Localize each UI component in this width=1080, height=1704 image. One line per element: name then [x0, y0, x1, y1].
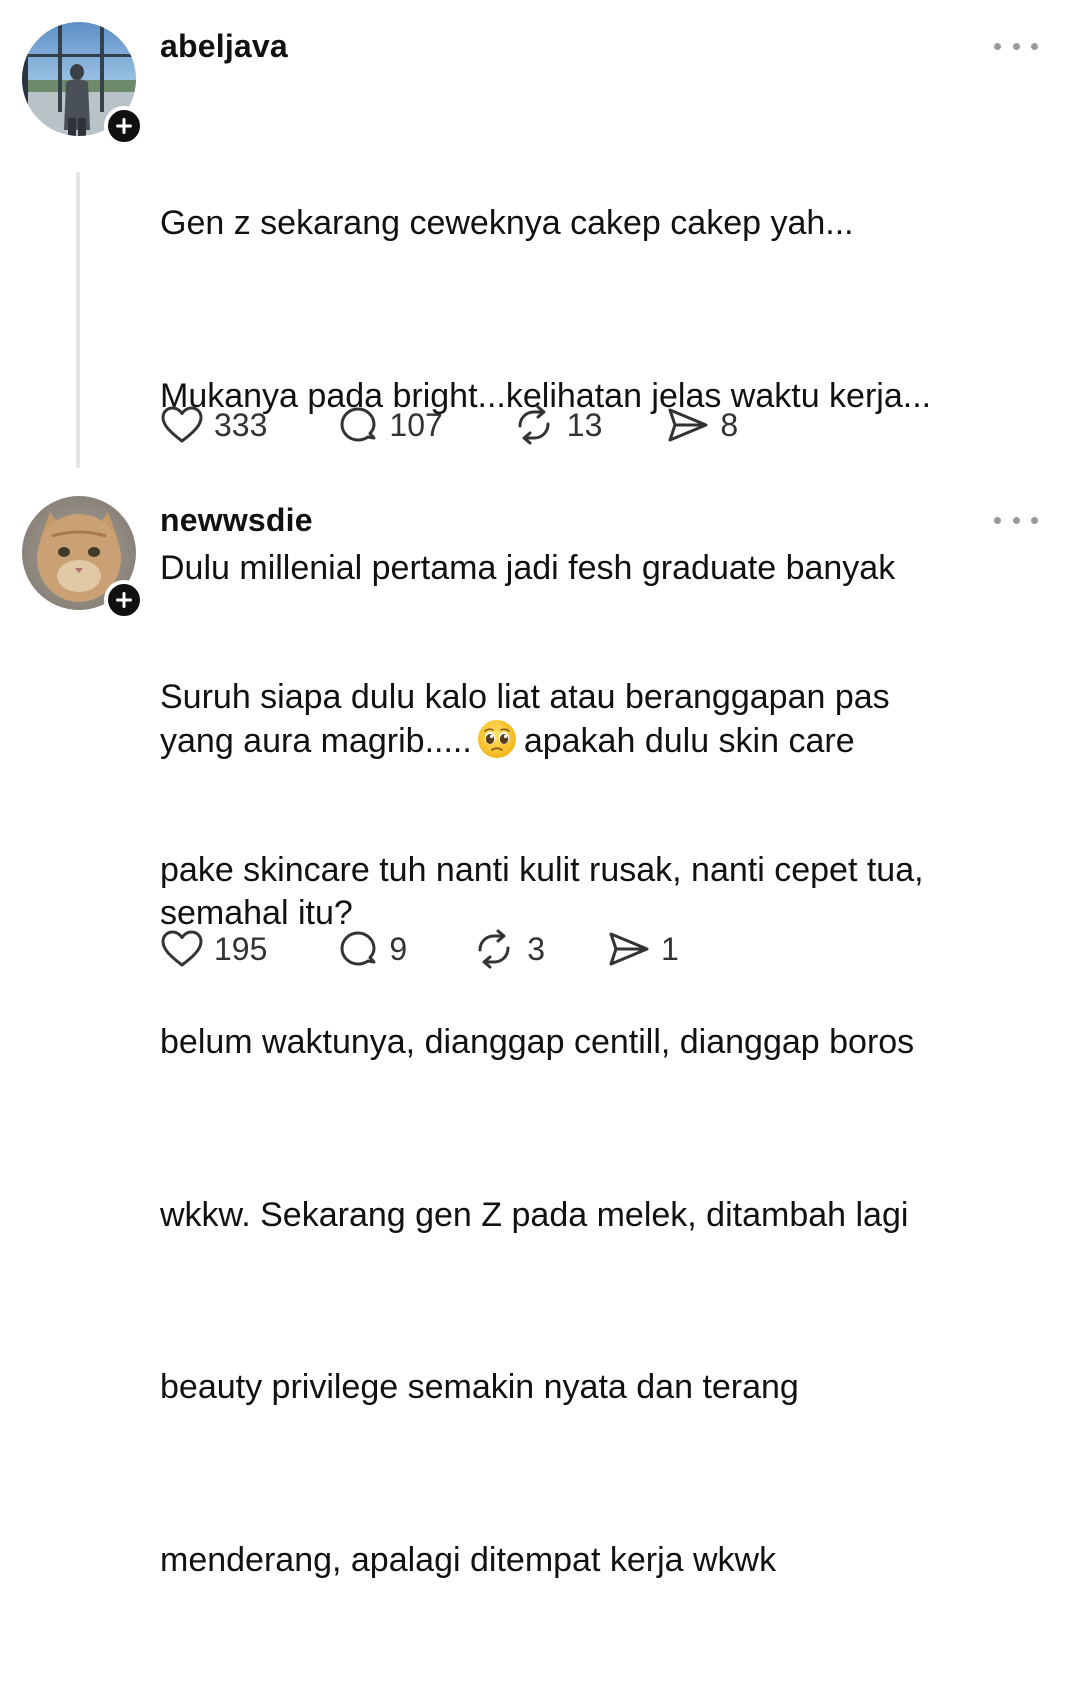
like-button[interactable]: 333	[160, 405, 267, 445]
ellipsis-icon	[994, 42, 1001, 50]
post-text-line: Suruh siapa dulu kalo liat atau berangga…	[160, 678, 890, 716]
follow-button[interactable]	[104, 106, 144, 146]
share-count: 1	[660, 931, 679, 967]
share-button[interactable]: 8	[664, 405, 738, 445]
action-bar: 333 107 13 8	[160, 400, 738, 450]
post-text-line: belum waktunya, dianggap centill, diangg…	[160, 1023, 915, 1061]
thread-connector-line	[76, 172, 80, 468]
follow-button[interactable]	[104, 580, 144, 620]
share-button[interactable]: 1	[605, 929, 679, 969]
avatar-container[interactable]	[22, 496, 144, 620]
action-bar: 195 9 3 1	[160, 924, 679, 974]
heart-icon	[161, 406, 203, 443]
like-count: 333	[214, 407, 268, 443]
speech-bubble-icon	[340, 931, 376, 966]
reply-count: 9	[389, 931, 408, 967]
post-text-line: Gen z sekarang ceweknya cakep cakep yah.…	[160, 204, 854, 242]
avatar-container[interactable]	[22, 22, 144, 146]
repost-arrows-icon	[518, 405, 550, 445]
plus-icon	[116, 592, 132, 608]
like-button[interactable]: 195	[160, 929, 267, 969]
speech-bubble-icon	[340, 407, 376, 442]
repost-button[interactable]: 3	[471, 928, 545, 970]
post-text-line: wkkw. Sekarang gen Z pada melek, ditamba…	[160, 1195, 909, 1234]
like-count: 195	[214, 931, 268, 967]
post-text-line: pake skincare tuh nanti kulit rusak, nan…	[160, 850, 924, 889]
repost-arrows-icon	[478, 929, 510, 969]
post-text-line: menderang, apalagi ditempat kerja wkwk	[160, 1540, 777, 1579]
reply-count: 107	[389, 407, 443, 443]
send-icon	[609, 932, 649, 966]
thread-post: newwsdie Suruh siapa dulu kalo liat atau…	[0, 490, 1080, 1579]
username[interactable]: abeljava	[160, 26, 288, 66]
post-text: Suruh siapa dulu kalo liat atau berangga…	[160, 554, 1050, 1704]
repost-count: 3	[527, 931, 545, 967]
username[interactable]: newwsdie	[160, 500, 313, 540]
share-count: 8	[720, 407, 739, 443]
repost-button[interactable]: 13	[511, 404, 603, 446]
post-text-line: beauty privilege semakin nyata dan teran…	[160, 1368, 799, 1406]
send-icon	[668, 408, 708, 442]
heart-icon	[161, 930, 203, 967]
repost-count: 13	[566, 407, 603, 443]
plus-icon	[116, 118, 132, 134]
more-options-button[interactable]	[994, 510, 1038, 530]
thread-post: abeljava Gen z sekarang ceweknya cakep c…	[0, 0, 1080, 932]
reply-button[interactable]: 9	[337, 928, 407, 970]
more-options-button[interactable]	[994, 36, 1038, 56]
reply-button[interactable]: 107	[337, 404, 443, 446]
ellipsis-icon	[994, 516, 1001, 524]
